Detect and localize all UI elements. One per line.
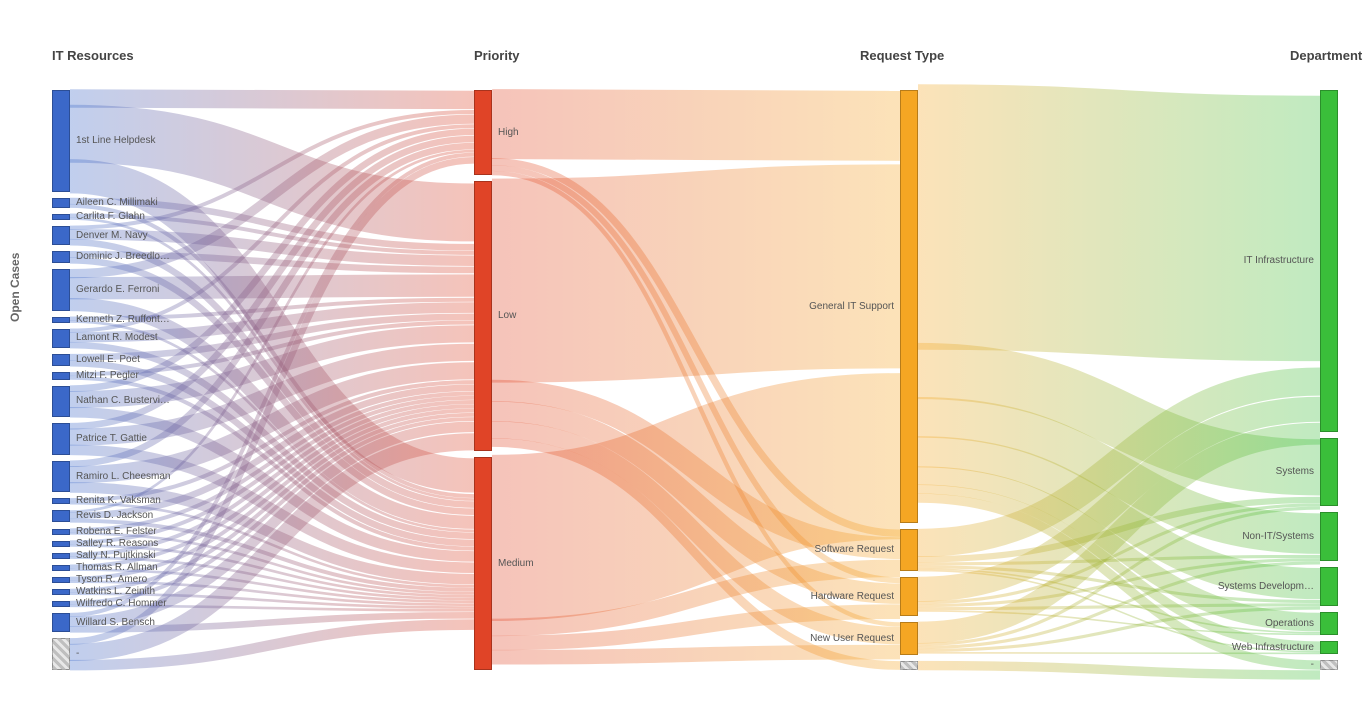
node-kenneth[interactable] [52, 317, 70, 323]
node-label-low: Low [498, 310, 516, 321]
node-ops[interactable] [1320, 612, 1338, 635]
node-systems[interactable] [1320, 438, 1338, 506]
node-label-software: Software Request [815, 544, 895, 555]
node-patrice[interactable] [52, 423, 70, 455]
node-webinfra[interactable] [1320, 641, 1338, 654]
node-label-webinfra: Web Infrastructure [1232, 642, 1314, 653]
flow-helpdesk-high[interactable] [70, 99, 474, 100]
node-label-systems: Systems [1276, 466, 1314, 477]
node-aileen[interactable] [52, 198, 70, 208]
node-renita[interactable] [52, 498, 70, 504]
node-medium[interactable] [474, 457, 492, 670]
node-label-tyson: Tyson R. Amero [76, 574, 147, 585]
node-mitzi[interactable] [52, 372, 70, 379]
node-general[interactable] [900, 90, 918, 523]
node-label-sysdev: Systems Developm… [1218, 581, 1314, 592]
node-thomas[interactable] [52, 565, 70, 571]
node-label-denver: Denver M. Navy [76, 230, 148, 241]
node-dominic[interactable] [52, 251, 70, 263]
node-carlita[interactable] [52, 214, 70, 220]
node-nonit[interactable] [1320, 512, 1338, 561]
node-label-hardware: Hardware Request [811, 591, 894, 602]
node-watkins[interactable] [52, 589, 70, 595]
node-label-newuser: New User Request [810, 633, 894, 644]
node-salley[interactable] [52, 541, 70, 547]
node-label-mitzi: Mitzi F. Pegler [76, 370, 139, 381]
node-label-helpdesk: 1st Line Helpdesk [76, 135, 156, 146]
node-label-itinfra: IT Infrastructure [1244, 255, 1314, 266]
flow-low-general[interactable] [492, 266, 900, 280]
node-label-wilfredo: Wilfredo C. Hommer [76, 598, 167, 609]
node-label-high: High [498, 127, 519, 138]
node-label-dep_null: - [1311, 659, 1314, 670]
node-label-thomas: Thomas R. Allman [76, 562, 158, 573]
node-label-robena: Robena E. Felster [76, 526, 157, 537]
node-rt_null[interactable] [900, 661, 918, 670]
node-willard[interactable] [52, 613, 70, 632]
node-label-ramiro: Ramiro L. Cheesman [76, 471, 170, 482]
node-label-gerardo: Gerardo E. Ferroni [76, 284, 159, 295]
sankey-flows [0, 0, 1369, 704]
node-label-sally: Sally N. Pujtkinski [76, 550, 155, 561]
node-high[interactable] [474, 90, 492, 175]
node-label-renita: Renita K. Vaksman [76, 495, 161, 506]
node-dep_null[interactable] [1320, 660, 1338, 670]
node-hardware[interactable] [900, 577, 918, 616]
flow-general-itinfra[interactable] [918, 217, 1320, 228]
node-label-watkins: Watkins L. Zeinith [76, 586, 155, 597]
node-denver[interactable] [52, 226, 70, 245]
node-software[interactable] [900, 529, 918, 571]
node-label-aileen: Aileen C. Millimaki [76, 197, 158, 208]
node-it_null[interactable] [52, 638, 70, 670]
node-sally[interactable] [52, 553, 70, 559]
node-label-nathan: Nathan C. Bustervi… [76, 395, 170, 406]
node-label-carlita: Carlita F. Glahn [76, 211, 145, 222]
node-label-kenneth: Kenneth Z. Ruffont… [76, 314, 170, 325]
node-label-general: General IT Support [809, 301, 894, 312]
node-label-lowell: Lowell E. Poet [76, 354, 140, 365]
flow-medium-general[interactable] [492, 456, 900, 538]
node-wilfredo[interactable] [52, 601, 70, 607]
node-label-ops: Operations [1265, 618, 1314, 629]
node-label-patrice: Patrice T. Gattie [76, 433, 147, 444]
node-label-medium: Medium [498, 558, 534, 569]
flow-high-general[interactable] [492, 124, 900, 126]
node-lowell[interactable] [52, 354, 70, 366]
node-label-revis: Revis D. Jackson [76, 510, 153, 521]
node-helpdesk[interactable] [52, 90, 70, 192]
flow-rt_null-dep_null[interactable] [918, 666, 1320, 675]
node-label-lamont: Lamont R. Modest [76, 332, 158, 343]
node-label-dominic: Dominic J. Breedlo… [76, 251, 170, 262]
sankey-chart: Open Cases IT Resources Priority Request… [0, 0, 1369, 704]
node-gerardo[interactable] [52, 269, 70, 310]
node-revis[interactable] [52, 510, 70, 522]
node-low[interactable] [474, 181, 492, 451]
node-ramiro[interactable] [52, 461, 70, 493]
node-label-salley: Salley R. Reasons [76, 538, 158, 549]
node-sysdev[interactable] [1320, 567, 1338, 606]
node-label-willard: Willard S. Bensch [76, 617, 155, 628]
flow-medium-newuser[interactable] [492, 652, 900, 657]
node-tyson[interactable] [52, 577, 70, 583]
node-itinfra[interactable] [1320, 90, 1338, 432]
node-lamont[interactable] [52, 329, 70, 348]
node-label-it_null: - [76, 648, 79, 659]
node-newuser[interactable] [900, 622, 918, 655]
node-nathan[interactable] [52, 386, 70, 418]
node-robena[interactable] [52, 529, 70, 535]
flow-newuser-webinfra[interactable] [918, 653, 1320, 654]
node-label-nonit: Non-IT/Systems [1242, 531, 1314, 542]
